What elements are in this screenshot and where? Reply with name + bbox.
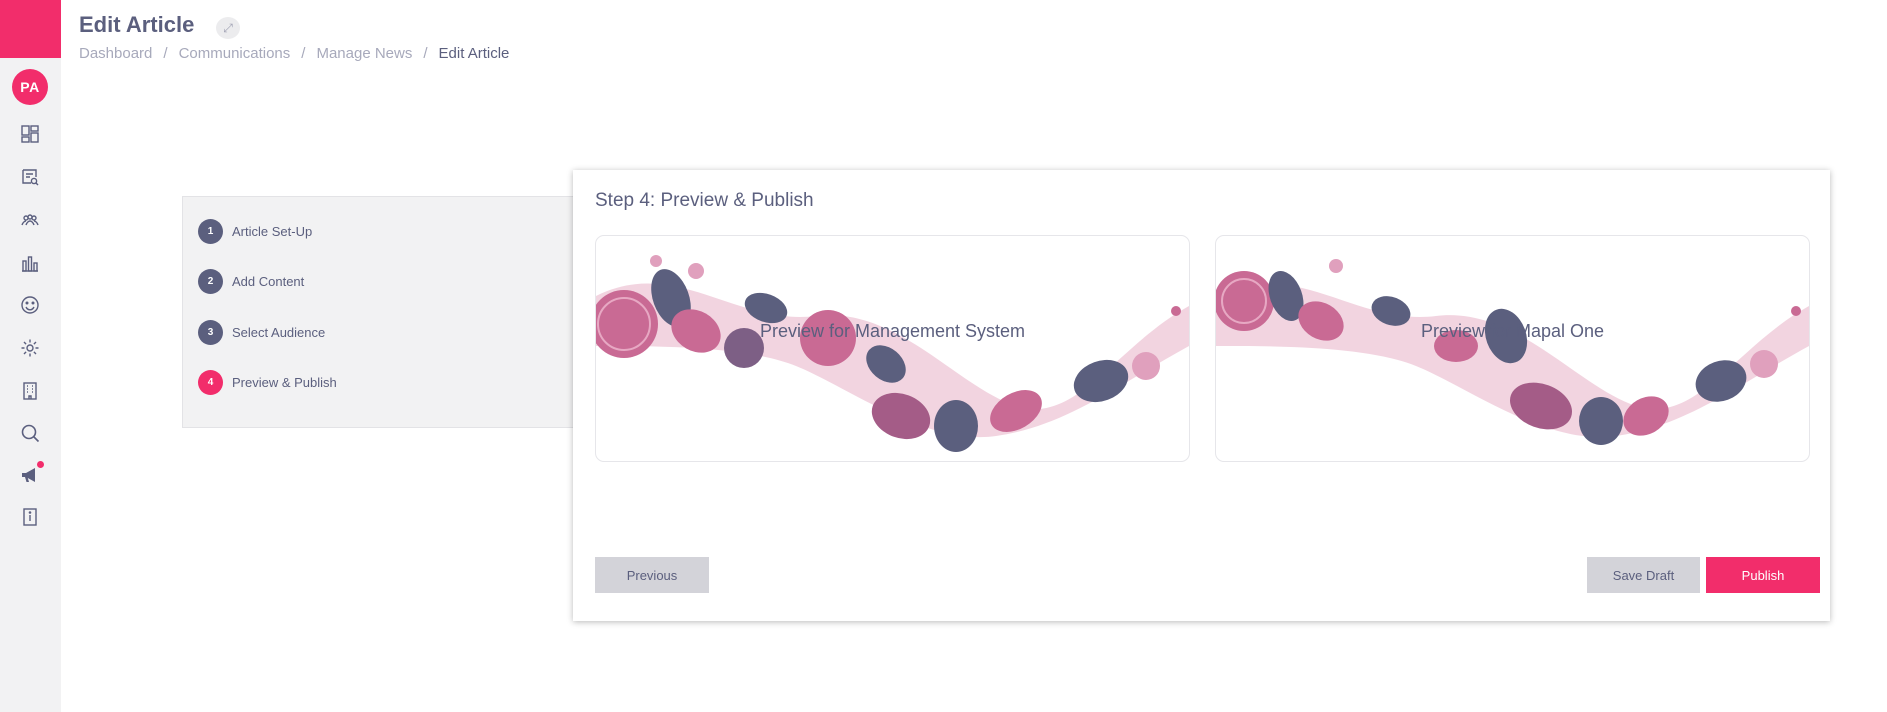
step-label: Select Audience (232, 325, 326, 340)
breadcrumb-separator: / (301, 45, 306, 62)
sidebar: PA (0, 0, 61, 712)
step-number: 3 (198, 320, 223, 345)
info-book-icon[interactable] (19, 506, 41, 528)
notification-dot (37, 461, 44, 468)
breadcrumb-manage-news[interactable]: Manage News (316, 45, 412, 62)
search-document-icon[interactable] (19, 166, 41, 188)
step-label: Article Set-Up (232, 224, 313, 239)
previous-button[interactable]: Previous (595, 557, 709, 593)
expand-icon[interactable]: ⤢ (216, 17, 240, 39)
dashboard-icon[interactable] (19, 123, 41, 145)
fruit-splash-image (1216, 259, 1809, 445)
breadcrumb-separator: / (423, 45, 428, 62)
step-label: Preview & Publish (232, 375, 337, 390)
search-icon[interactable] (19, 422, 41, 444)
step-preview-publish[interactable]: 4 Preview & Publish (198, 370, 337, 395)
card-title: Step 4: Preview & Publish (595, 190, 814, 211)
save-draft-button[interactable]: Save Draft (1587, 557, 1700, 593)
step-number: 2 (198, 269, 223, 294)
preview-mapal-one[interactable]: Preview for Mapal One (1215, 235, 1810, 462)
gear-icon[interactable] (19, 337, 41, 359)
breadcrumb-communications[interactable]: Communications (179, 45, 291, 62)
step-add-content[interactable]: 2 Add Content (198, 269, 304, 294)
breadcrumb-separator: / (163, 45, 168, 62)
building-icon[interactable] (19, 380, 41, 402)
preview-label: Preview for Mapal One (1420, 321, 1605, 341)
breadcrumb-dashboard[interactable]: Dashboard (79, 45, 152, 62)
preview-publish-card: Step 4: Preview & Publish Preview for Ma… (573, 170, 1830, 621)
megaphone-icon[interactable] (19, 461, 44, 486)
smiley-icon[interactable] (19, 294, 41, 316)
breadcrumb: Dashboard / Communications / Manage News / Edi… (79, 45, 509, 62)
brand-logo[interactable] (0, 0, 61, 58)
breadcrumb-current: Edit Article (438, 45, 510, 62)
step-number: 4 (198, 370, 223, 395)
fruit-splash-image (596, 255, 1189, 452)
avatar[interactable]: PA (12, 69, 48, 105)
publish-button[interactable]: Publish (1706, 557, 1820, 593)
bar-chart-icon[interactable] (19, 252, 41, 274)
preview-label: Preview for Management System (759, 321, 1026, 341)
audience-icon[interactable] (19, 209, 41, 231)
preview-management-system[interactable]: Preview for Management System (595, 235, 1190, 462)
step-number: 1 (198, 219, 223, 244)
steps-panel: 1 Article Set-Up 2 Add Content 3 Select … (182, 196, 582, 428)
step-label: Add Content (232, 274, 305, 289)
page-title: Edit Article (79, 12, 195, 37)
step-article-setup[interactable]: 1 Article Set-Up (198, 219, 312, 244)
step-select-audience[interactable]: 3 Select Audience (198, 320, 325, 345)
